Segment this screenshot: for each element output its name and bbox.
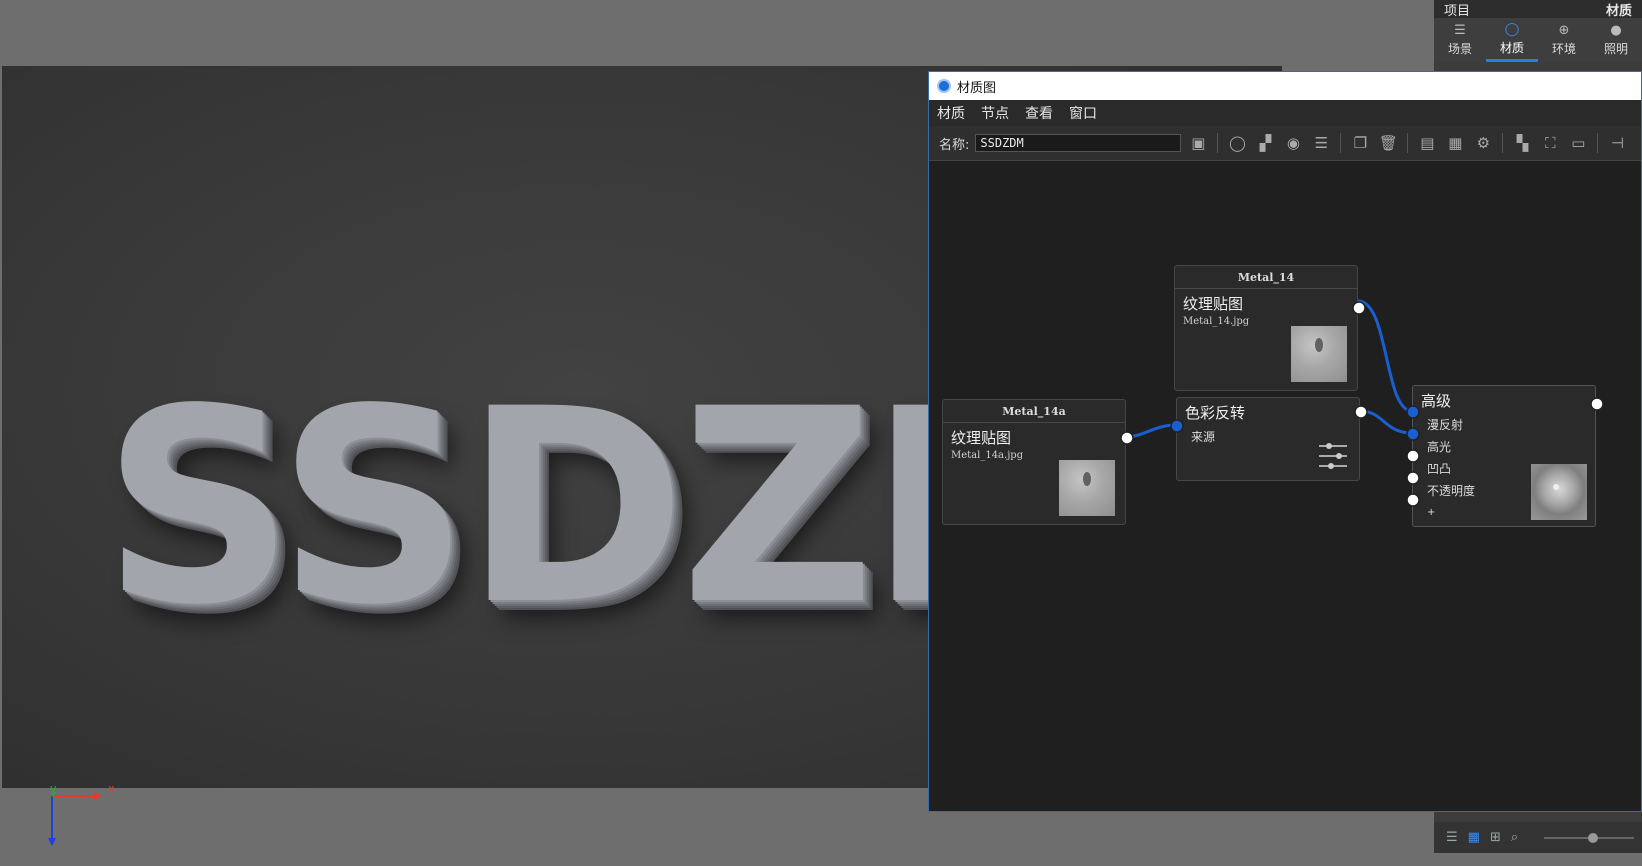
input-socket-add[interactable]: [1405, 492, 1421, 508]
adjust-sliders-icon: [1319, 443, 1347, 469]
node-header: Metal_14a: [943, 400, 1125, 423]
input-socket-specular[interactable]: [1405, 426, 1421, 442]
tab-environment[interactable]: ⊕ 环境: [1538, 18, 1590, 62]
panel-tabs: ☰ 场景 ◯ 材质 ⊕ 环境 ● 照明: [1434, 18, 1642, 62]
duplicate-icon[interactable]: ❐: [1349, 132, 1371, 154]
advanced-material-node[interactable]: 高级 漫反射 高光 凹凸 不透明度 +: [1406, 385, 1604, 527]
texture-node-metal14[interactable]: Metal_14 纹理贴图 Metal_14.jpg: [1174, 265, 1366, 391]
node-title: 纹理贴图: [1183, 295, 1244, 313]
panel-title-project[interactable]: 项目: [1444, 0, 1470, 19]
texture-node-metal14a[interactable]: Metal_14a 纹理贴图 Metal_14a.jpg: [942, 399, 1134, 525]
output-socket[interactable]: [1589, 396, 1605, 412]
zoom-100-icon[interactable]: ▭: [1567, 132, 1589, 154]
node-title: 色彩反转: [1185, 404, 1246, 422]
material-name-input[interactable]: [975, 134, 1182, 152]
axis-y-label: y: [50, 782, 57, 795]
toolbar-divider: [1502, 133, 1504, 153]
toolbar-divider: [1597, 133, 1599, 153]
node-graph-canvas[interactable]: Metal_14 纹理贴图 Metal_14.jpg Metal_14a 纹理贴…: [929, 161, 1641, 811]
node-group-icon[interactable]: ▦: [1444, 132, 1466, 154]
node-title: 高级: [1421, 392, 1452, 410]
toolbar: 名称: ▣ ◯ ▞ ◉ ☰ ❐ 🗑 ▤ ▦ ⚙ ▚ ⛶ ▭ ⊣: [929, 126, 1641, 161]
slider-knob[interactable]: [1588, 833, 1598, 843]
list-icon: ☰: [1454, 23, 1466, 38]
output-socket[interactable]: [1351, 300, 1367, 316]
tab-scene[interactable]: ☰ 场景: [1434, 18, 1486, 62]
texture-thumbnail: [1059, 460, 1115, 516]
trash-icon[interactable]: 🗑: [1377, 132, 1399, 154]
node-header: Metal_14: [1175, 266, 1357, 289]
node-settings-icon[interactable]: ⚙: [1472, 132, 1494, 154]
axis-gizmo: [48, 791, 102, 846]
app-logo-icon: [937, 79, 951, 93]
material-ball-icon[interactable]: ◯: [1226, 132, 1248, 154]
globe-icon: ⊕: [1558, 23, 1570, 38]
panel-header: 项目 材质: [1434, 0, 1642, 19]
invert-color-node[interactable]: 色彩反转 来源: [1170, 397, 1368, 481]
tree-view-icon[interactable]: ⊞: [1490, 830, 1501, 845]
list-view-icon[interactable]: ☰: [1446, 830, 1458, 845]
thumbnail-size-slider[interactable]: [1544, 833, 1634, 843]
panel-bottom-bar: ☰ ▦ ⊞ ⌕: [1434, 822, 1642, 853]
menu-material[interactable]: 材质: [935, 103, 967, 123]
menu-window[interactable]: 窗口: [1067, 103, 1099, 123]
material-graph-window[interactable]: 材质图 材质 节点 查看 窗口 名称: ▣ ◯ ▞ ◉ ☰ ❐ 🗑 ▤ ▦ ⚙ …: [928, 71, 1642, 812]
material-icon: ◯: [1504, 21, 1520, 37]
sliders-icon[interactable]: ☰: [1310, 132, 1332, 154]
grid-view-icon[interactable]: ▦: [1468, 830, 1480, 845]
bulb-icon: ●: [1610, 23, 1622, 38]
name-label: 名称:: [939, 137, 970, 153]
toolbar-divider: [1407, 133, 1409, 153]
input-socket-diffuse[interactable]: [1405, 404, 1421, 420]
input-port-diffuse[interactable]: 漫反射: [1413, 413, 1595, 435]
save-icon[interactable]: ▣: [1187, 132, 1209, 154]
panel-title-material: 材质: [1605, 3, 1632, 19]
menu-bar: 材质 节点 查看 窗口: [929, 100, 1641, 126]
node-title: 纹理贴图: [951, 429, 1012, 447]
input-socket[interactable]: [1169, 418, 1185, 434]
play-icon[interactable]: ◉: [1282, 132, 1304, 154]
toolbar-divider: [1217, 133, 1219, 153]
add-node-icon[interactable]: ▤: [1416, 132, 1438, 154]
menu-view[interactable]: 查看: [1023, 103, 1055, 123]
menu-node[interactable]: 节点: [979, 103, 1011, 123]
tab-lighting[interactable]: ● 照明: [1590, 18, 1642, 62]
input-socket-opacity[interactable]: [1405, 470, 1421, 486]
window-title: 材质图: [957, 80, 997, 96]
fit-view-icon[interactable]: ⛶: [1539, 132, 1561, 154]
axis-x-label: x: [108, 782, 115, 795]
align-icon[interactable]: ▚: [1511, 132, 1533, 154]
search-icon[interactable]: ⌕: [1511, 830, 1518, 845]
tab-material[interactable]: ◯ 材质: [1486, 18, 1538, 62]
output-socket[interactable]: [1353, 404, 1369, 420]
checker-icon[interactable]: ▞: [1254, 132, 1276, 154]
window-titlebar[interactable]: 材质图: [929, 72, 1641, 100]
texture-thumbnail: [1291, 326, 1347, 382]
material-preview-sphere: [1531, 464, 1587, 520]
output-socket[interactable]: [1119, 430, 1135, 446]
split-icon[interactable]: ⊣: [1606, 132, 1628, 154]
toolbar-divider: [1340, 133, 1342, 153]
input-socket-bump[interactable]: [1405, 448, 1421, 464]
input-port-specular[interactable]: 高光: [1413, 435, 1595, 457]
